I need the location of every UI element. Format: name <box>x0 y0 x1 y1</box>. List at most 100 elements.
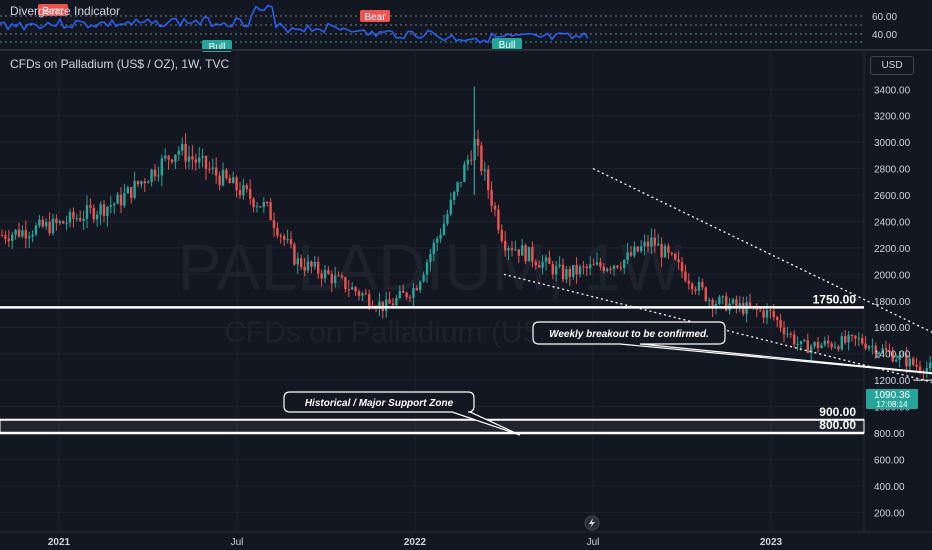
candle-body <box>847 334 850 343</box>
candle-body <box>126 187 129 194</box>
price-axis[interactable]: 200.00400.00600.00800.001000.001200.0014… <box>874 85 911 519</box>
candle-body <box>174 154 177 162</box>
candle-body <box>670 252 673 255</box>
candle-body <box>609 268 612 270</box>
candle-body <box>330 273 333 284</box>
candle-body <box>17 229 21 237</box>
candle-body <box>225 169 228 179</box>
candle-body <box>602 266 605 272</box>
price-tick-label: 2600.00 <box>874 191 911 202</box>
candle-body <box>912 358 915 365</box>
candle-body <box>170 159 174 162</box>
candle-body <box>194 159 197 163</box>
candle-body <box>470 159 473 161</box>
candle-body <box>776 317 779 320</box>
candle-body <box>140 181 143 185</box>
candle-body <box>633 246 636 256</box>
chart-canvas: BearBearBull Bull Divergence Indicator 60… <box>0 4 932 548</box>
candle-body <box>854 335 857 339</box>
candle-body <box>844 336 847 343</box>
candle-body <box>701 281 704 288</box>
price-tick-label: 1600.00 <box>874 323 911 334</box>
candle-body <box>759 309 762 311</box>
candle-body <box>79 218 82 221</box>
candle-body <box>561 264 565 280</box>
candle-body <box>674 254 677 260</box>
candle-body <box>680 262 684 272</box>
candle-body <box>480 145 483 171</box>
events-icon[interactable] <box>584 515 600 531</box>
candle-body <box>572 264 575 277</box>
candle-body <box>99 204 102 215</box>
candle-body <box>116 194 119 204</box>
candle-body <box>364 293 367 295</box>
support-zone[interactable] <box>0 419 865 434</box>
candle-body <box>354 287 357 292</box>
candle-body <box>762 310 765 318</box>
candle-body <box>204 156 208 169</box>
candle-body <box>820 344 823 349</box>
candle-body <box>198 157 201 163</box>
candle-body <box>62 221 65 224</box>
candle-body <box>123 193 126 206</box>
candle-body <box>391 303 395 306</box>
candle-body <box>395 298 398 306</box>
candle-body <box>721 296 724 298</box>
indicator-pane: BearBearBull Bull Divergence Indicator 60… <box>0 4 897 53</box>
candle-body <box>272 220 276 228</box>
price-tick-label: 1200.00 <box>874 376 911 387</box>
candle-body <box>55 218 58 223</box>
price-tick-label: 3400.00 <box>874 85 911 96</box>
candle-body <box>789 333 792 335</box>
candle-body <box>368 294 371 306</box>
candle-body <box>660 243 663 258</box>
candle-body <box>837 346 840 350</box>
candle-body <box>507 248 510 251</box>
candle-body <box>823 340 826 345</box>
candle-body <box>181 143 184 151</box>
candle-body <box>915 364 918 367</box>
candle-body <box>599 262 602 267</box>
candle-body <box>347 289 350 291</box>
candle-body <box>677 259 680 263</box>
candle-body <box>765 310 769 318</box>
candle-body <box>871 345 874 347</box>
time-axis[interactable]: 2021Jul2022Jul2023Jul2024Jul2025 <box>48 537 932 548</box>
price-tick-label: 3000.00 <box>874 138 911 149</box>
candle-body <box>799 341 803 345</box>
candle-body <box>623 259 626 269</box>
time-tick-label: 2022 <box>404 537 427 548</box>
candle-body <box>235 177 238 191</box>
candle-body <box>320 273 323 279</box>
candle-body <box>11 234 14 242</box>
candle-body <box>585 266 588 269</box>
candle-body <box>221 169 225 186</box>
candle-body <box>483 169 486 171</box>
candle-body <box>266 202 269 204</box>
candle-body <box>524 245 527 262</box>
candle-body <box>255 206 259 208</box>
candle-body <box>595 262 599 265</box>
candle-body <box>449 200 452 215</box>
candle-body <box>442 223 446 235</box>
candle-body <box>34 225 38 235</box>
candle-body <box>694 289 697 291</box>
currency-button[interactable]: USD <box>870 56 914 75</box>
candle-body <box>28 236 31 239</box>
candle-body <box>534 261 537 266</box>
main-chart-title: CFDs on Palladium (US$ / OZ), 1W, TVC <box>10 57 229 71</box>
candle-body <box>436 238 439 243</box>
candle-body <box>466 159 469 165</box>
candle-body <box>41 219 44 227</box>
candle-body <box>398 290 401 299</box>
candle-body <box>300 258 303 267</box>
candle-body <box>286 239 289 241</box>
candle-body <box>575 264 578 275</box>
candle-body <box>463 164 466 182</box>
candle-body <box>582 266 585 268</box>
current-price-label: 1090.36 17:08:14 <box>866 389 918 409</box>
candle-body <box>456 182 459 192</box>
candle-body <box>514 249 517 251</box>
candle-body <box>626 252 629 260</box>
candle-body <box>276 227 279 236</box>
